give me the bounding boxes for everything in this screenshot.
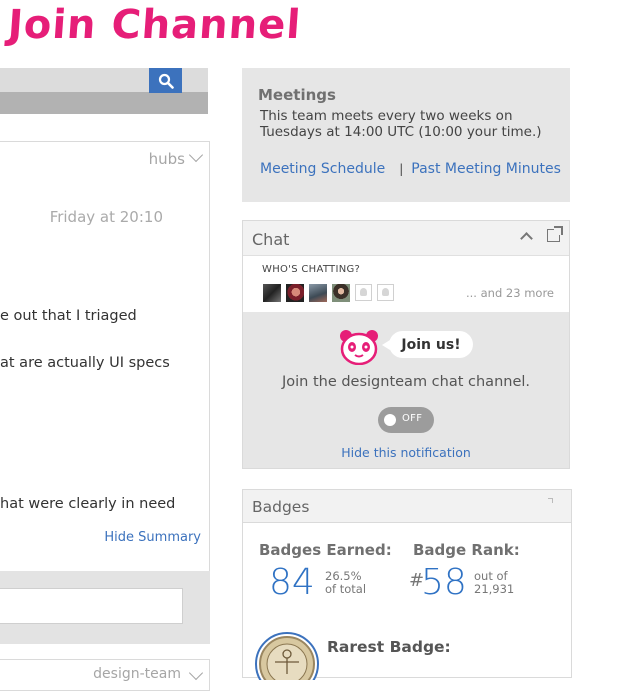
hubs-filter[interactable]: hubs [148, 147, 204, 168]
badges-earned-percent-suffix: of total [325, 582, 367, 596]
rarest-badge-label: Rarest Badge: [327, 638, 451, 656]
chat-panel: Chat WHO'S CHATTING? ... and 23 more Joi… [242, 220, 570, 469]
badge-rank-value: 58 [421, 562, 467, 603]
more-chatters[interactable]: ... and 23 more [466, 286, 554, 300]
meetings-description: This team meets every two weeks on Tuesd… [260, 108, 542, 140]
avatar[interactable] [332, 284, 350, 302]
meeting-schedule-link[interactable]: Meeting Schedule [260, 161, 385, 177]
chat-title: Chat [252, 230, 290, 249]
rarest-badge-icon[interactable] [255, 630, 319, 680]
external-link-icon[interactable] [547, 226, 563, 242]
summary-line: e out that I triaged [0, 308, 137, 324]
join-us-bubble: Join us! [382, 331, 473, 358]
post-timestamp: Friday at 20:10 [49, 208, 163, 226]
avatar[interactable] [263, 284, 281, 302]
next-card-label: design-team [93, 666, 181, 682]
chevron-down-icon [188, 147, 204, 163]
meetings-panel: Meetings This team meets every two weeks… [242, 68, 570, 202]
chat-header: Chat [243, 221, 569, 255]
meetings-heading: Meetings [258, 86, 336, 104]
next-activity-card: design-team [0, 659, 210, 691]
link-separator: | [399, 162, 404, 176]
summary-line: at are actually UI specs [0, 355, 170, 371]
toggle-state: OFF [402, 413, 423, 424]
badges-header: Badges [243, 490, 571, 523]
reply-input[interactable] [0, 588, 183, 624]
avatar-list [263, 284, 394, 302]
summary-line: hat were clearly in need [0, 496, 176, 512]
avatar[interactable] [377, 284, 394, 301]
avatar[interactable] [309, 284, 327, 302]
toggle-knob [384, 414, 396, 426]
activity-card: hubs Friday at 20:10 e out that I triage… [0, 141, 210, 573]
join-channel-toggle[interactable]: OFF [378, 407, 434, 433]
avatar[interactable] [286, 284, 304, 302]
collapse-icon[interactable] [520, 232, 533, 245]
badges-earned-count: 84 [269, 562, 315, 603]
meetings-links: Meeting Schedule | Past Meeting Minutes [260, 161, 561, 177]
hide-summary-link[interactable]: Hide Summary [104, 530, 201, 545]
hide-notification-link[interactable]: Hide this notification [243, 445, 569, 460]
badges-title: Badges [252, 498, 310, 516]
panda-icon [340, 330, 378, 365]
badges-panel: Badges Badges Earned: 84 26.5% of total … [242, 489, 572, 680]
whos-chatting: WHO'S CHATTING? ... and 23 more [243, 255, 569, 312]
join-channel-text: Join the designteam chat channel. [281, 374, 531, 390]
past-minutes-link[interactable]: Past Meeting Minutes [411, 161, 561, 177]
whos-chatting-label: WHO'S CHATTING? [262, 264, 361, 275]
badge-rank-total: 21,931 [474, 582, 515, 596]
page-title: Join Channel [6, 2, 303, 48]
badge-rank-label: Badge Rank: [413, 541, 520, 559]
avatar[interactable] [355, 284, 372, 301]
badges-earned-label: Badges Earned: [259, 541, 392, 559]
hubs-filter-label: hubs [148, 150, 185, 168]
search-icon [158, 73, 174, 89]
search-button[interactable] [149, 68, 182, 93]
expand-icon[interactable] [548, 498, 553, 503]
